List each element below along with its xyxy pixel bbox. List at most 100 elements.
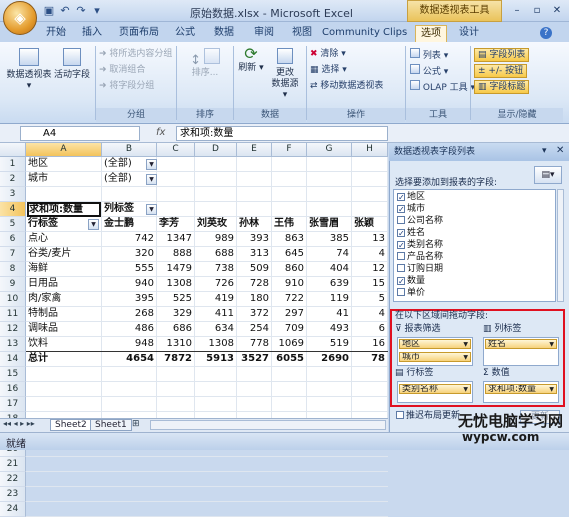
row-header[interactable]: 15 (0, 367, 26, 382)
value-cell[interactable]: 645 (274, 247, 307, 262)
row-header[interactable]: 3 (0, 187, 26, 202)
group-field-button[interactable]: ➜ 将字段分组 (99, 80, 154, 92)
value-cell[interactable]: 888 (159, 247, 195, 262)
cell-label[interactable]: 点心 (28, 232, 100, 247)
column-header[interactable]: B (102, 143, 157, 157)
value-cell[interactable]: 6055 (274, 352, 307, 367)
tab-formulas[interactable]: 公式 (171, 25, 199, 42)
tab-community-clips[interactable]: Community Clips (322, 25, 407, 42)
chip-dropdown-icon[interactable]: ▼ (549, 385, 556, 393)
cell-label[interactable]: 肉/家禽 (28, 292, 100, 307)
value-cell[interactable]: 180 (239, 292, 272, 307)
defer-update-checkbox[interactable]: 推迟布局更新 (396, 411, 460, 422)
help-icon[interactable]: ? (540, 27, 552, 39)
pane-close-icon[interactable]: ✕ (556, 145, 564, 156)
value-cell[interactable]: 728 (239, 277, 272, 292)
value-cell[interactable]: 119 (309, 292, 352, 307)
insert-sheet-icon[interactable]: ⊞ (132, 419, 140, 429)
close-button[interactable]: ✕ (548, 3, 566, 18)
cell-label[interactable]: 谷类/麦片 (28, 247, 100, 262)
value-cell[interactable]: 41 (309, 307, 352, 322)
value-cell[interactable]: 5913 (197, 352, 237, 367)
row-header[interactable]: 9 (0, 277, 26, 292)
row-header[interactable]: 16 (0, 382, 26, 397)
row-header[interactable]: 17 (0, 397, 26, 412)
value-cell[interactable]: 329 (159, 307, 195, 322)
value-cell[interactable]: 493 (309, 322, 352, 337)
cell-label[interactable]: 调味品 (28, 322, 100, 337)
row-header[interactable]: 12 (0, 322, 26, 337)
value-cell[interactable]: 940 (104, 277, 157, 292)
cell-label[interactable]: 行标签 (28, 217, 88, 232)
value-cell[interactable]: 268 (104, 307, 157, 322)
cell-label[interactable]: 城市 (28, 172, 100, 187)
field-headers-toggle[interactable]: ▥ 字段标题 (474, 80, 530, 94)
column-label-cell[interactable]: 金士鹏 (104, 217, 157, 232)
value-cell[interactable]: 860 (274, 262, 307, 277)
value-cell[interactable]: 948 (104, 337, 157, 352)
calculate-lists-button[interactable]: 列表 ▾ (410, 48, 448, 62)
tab-page-layout[interactable]: 页面布局 (114, 25, 164, 42)
value-cell[interactable]: 639 (309, 277, 352, 292)
chip-dropdown-icon[interactable]: ▼ (463, 353, 470, 361)
checkbox-icon[interactable]: ✓ (397, 229, 405, 238)
row-header[interactable]: 14 (0, 352, 26, 367)
checkbox-icon[interactable]: ✓ (397, 241, 405, 250)
cell-label[interactable]: 特制品 (28, 307, 100, 322)
field-list-toggle[interactable]: ▤ 字段列表 (474, 48, 530, 62)
tab-home[interactable]: 开始 (42, 25, 70, 42)
undo-icon[interactable]: ↶ (58, 4, 72, 18)
row-header[interactable]: 4 (0, 202, 26, 217)
value-cell[interactable]: 688 (197, 247, 237, 262)
value-cell[interactable]: 395 (104, 292, 157, 307)
value-cell[interactable]: 1308 (159, 277, 195, 292)
value-cell[interactable]: 404 (309, 262, 352, 277)
row-field-chip[interactable]: ▼ 类别名称 (399, 384, 471, 394)
column-header[interactable]: C (157, 143, 195, 157)
value-cell[interactable]: 297 (274, 307, 307, 322)
value-cell[interactable]: 738 (197, 262, 237, 277)
value-cell[interactable]: 519 (309, 337, 352, 352)
tab-options[interactable]: 选项 (415, 25, 447, 42)
value-cell[interactable]: 726 (197, 277, 237, 292)
chip-dropdown-icon[interactable]: ▼ (463, 340, 470, 348)
sort-button[interactable]: ↕ 排序... (180, 48, 230, 79)
value-field-chip[interactable]: ▼ 求和项:数量 (485, 384, 557, 394)
sheet-tab-sheet2[interactable]: Sheet2 (50, 419, 92, 431)
value-cell[interactable]: 2690 (309, 352, 352, 367)
value-cell[interactable]: 254 (239, 322, 272, 337)
save-icon[interactable]: ▣ (42, 4, 56, 18)
value-cell[interactable]: 411 (197, 307, 237, 322)
cell-label[interactable]: 日用品 (28, 277, 100, 292)
value-cell[interactable]: 1347 (159, 232, 195, 247)
row-header[interactable]: 8 (0, 262, 26, 277)
field-item[interactable]: ✓ 地区 (397, 192, 425, 203)
column-label-cell[interactable]: 张颖 (354, 217, 388, 232)
filter-field-chip[interactable]: ▼ 城市 (399, 352, 471, 362)
value-cell[interactable]: 5 (354, 292, 388, 307)
tab-data[interactable]: 数据 (210, 25, 238, 42)
tab-insert[interactable]: 插入 (78, 25, 106, 42)
row-header[interactable]: 13 (0, 337, 26, 352)
value-cell[interactable]: 16 (354, 337, 388, 352)
column-header[interactable]: E (237, 143, 272, 157)
checkbox-icon[interactable] (397, 288, 405, 296)
redo-icon[interactable]: ↷ (74, 4, 88, 18)
minimize-button[interactable]: – (508, 3, 526, 18)
value-cell[interactable]: 686 (159, 322, 195, 337)
value-cell[interactable]: 555 (104, 262, 157, 277)
row-labels-dropdown-icon[interactable]: ▼ (88, 219, 99, 230)
tab-review[interactable]: 审阅 (250, 25, 278, 42)
row-header[interactable]: 22 (0, 472, 26, 487)
value-cell[interactable]: 3527 (239, 352, 272, 367)
checkbox-icon[interactable]: ✓ (397, 193, 405, 202)
field-item[interactable]: ✓ 类别名称 (397, 240, 443, 251)
value-cell[interactable]: 486 (104, 322, 157, 337)
restore-button[interactable]: ▫ (528, 3, 546, 18)
value-cell[interactable]: 1308 (197, 337, 237, 352)
value-cell[interactable]: 722 (274, 292, 307, 307)
value-cell[interactable]: 863 (274, 232, 307, 247)
value-cell[interactable]: 4 (354, 247, 388, 262)
insert-function-icon[interactable]: fx (156, 127, 165, 138)
column-label-cell[interactable]: 李芳 (159, 217, 195, 232)
